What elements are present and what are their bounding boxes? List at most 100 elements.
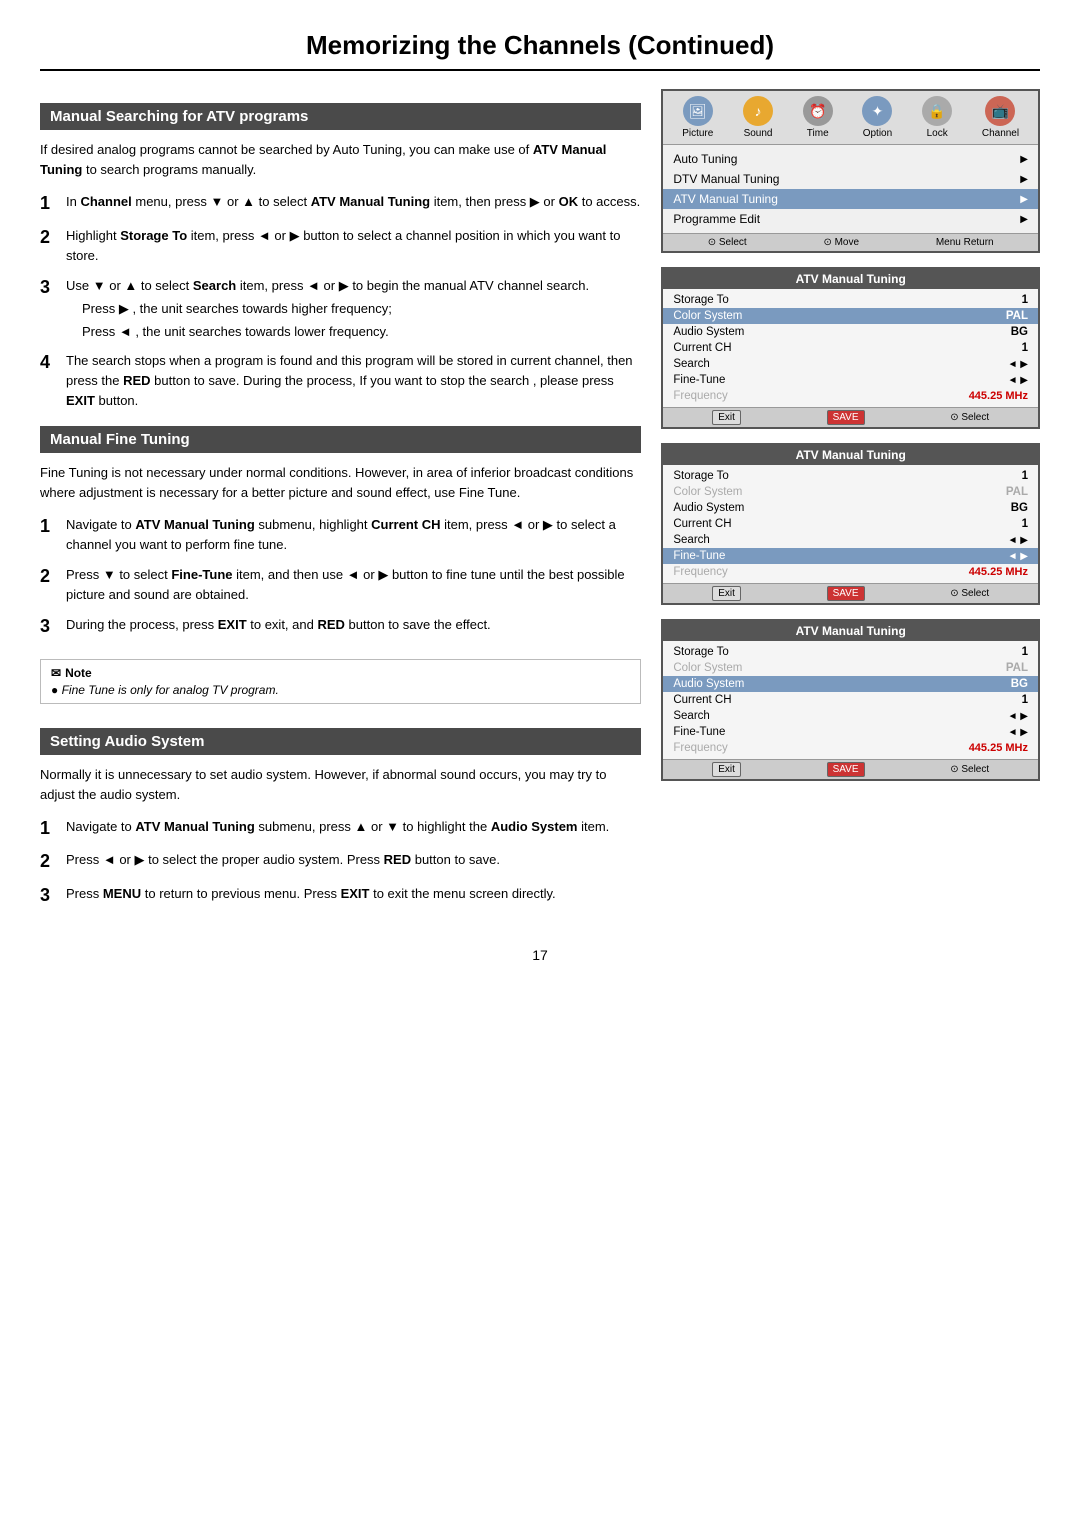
row-arrows: ◄ ▶ — [1008, 727, 1028, 738]
row-arrows: ◄ ▶ — [1008, 711, 1028, 722]
step-text: Press ◄ or ▶ to select the proper audio … — [66, 850, 500, 870]
exit-button[interactable]: Exit — [712, 410, 741, 425]
menu-bottom-bar: ⊙ Select ⊙ Move Menu Return — [663, 233, 1038, 251]
section1-intro: If desired analog programs cannot be sea… — [40, 140, 641, 180]
row-label: Frequency — [673, 566, 727, 578]
step-number: 2 — [40, 226, 58, 249]
channel-menu-box: 🖼 Picture ♪ Sound ⏰ Time ✦ Option 🔒 — [661, 89, 1040, 253]
row-value: 1 — [1022, 646, 1028, 658]
row-label: Storage To — [673, 294, 728, 306]
arrow-icon: ▶ — [1020, 174, 1028, 185]
select-label: ⊙ Select — [950, 764, 989, 775]
menu-label: ATV Manual Tuning — [673, 192, 778, 206]
row-freq-value: 445.25 MHz — [969, 742, 1028, 754]
atv-row-finetune: Fine-Tune ◄ ▶ — [663, 372, 1038, 388]
row-arrows: ◄ ▶ — [1008, 375, 1028, 386]
atv-row-freq: Frequency 445.25 MHz — [663, 388, 1038, 404]
row-value: PAL — [1006, 310, 1028, 322]
select-label: ⊙ Select — [950, 588, 989, 599]
atv-row-audio: Audio System BG — [663, 324, 1038, 340]
atv-box-1: ATV Manual Tuning Storage To 1 Color Sys… — [661, 267, 1040, 429]
save-button[interactable]: SAVE — [827, 586, 865, 601]
title-main: Memorizing the Channels — [306, 30, 621, 60]
step-3-1: 1 Navigate to ATV Manual Tuning submenu,… — [40, 817, 641, 840]
row-value: 1 — [1022, 694, 1028, 706]
page-number: 17 — [40, 947, 1040, 963]
title-continued: Continued — [637, 30, 766, 60]
atv-row-search: Search ◄ ▶ — [663, 356, 1038, 372]
step-1-3: 3 Use ▼ or ▲ to select Search item, pres… — [40, 276, 641, 341]
option-icon: ✦ — [862, 96, 892, 126]
step-number: 2 — [40, 565, 58, 588]
row-value: BG — [1011, 326, 1028, 338]
time-icon: ⏰ — [803, 96, 833, 126]
menu-row-auto-tuning: Auto Tuning ▶ — [663, 149, 1038, 169]
atv-row-color: Color System PAL — [663, 484, 1038, 500]
menu-label: Auto Tuning — [673, 152, 737, 166]
lock-icon: 🔒 — [922, 96, 952, 126]
atv-bottom-3: Exit SAVE ⊙ Select — [663, 759, 1038, 779]
step-text: The search stops when a program is found… — [66, 351, 641, 411]
row-label: Search — [673, 534, 709, 546]
row-label: Search — [673, 710, 709, 722]
icon-label-option: Option — [863, 128, 892, 139]
note-box: ✉ Note Fine Tune is only for analog TV p… — [40, 659, 641, 704]
row-value: 1 — [1022, 294, 1028, 306]
row-label: Search — [673, 358, 709, 370]
section-manual-searching: Manual Searching for ATV programs If des… — [40, 103, 641, 412]
step-text: Navigate to ATV Manual Tuning submenu, h… — [66, 515, 641, 555]
icon-option: ✦ Option — [862, 96, 892, 139]
icon-label-lock: Lock — [927, 128, 948, 139]
sub-bullet-2: Press ◄ , the unit searches towards lowe… — [82, 322, 589, 342]
step-text: Highlight Storage To item, press ◄ or ▶ … — [66, 226, 641, 266]
atv-row-audio: Audio System BG — [663, 676, 1038, 692]
icon-lock: 🔒 Lock — [922, 96, 952, 139]
step-number: 1 — [40, 192, 58, 215]
title-suffix: ( — [628, 30, 637, 60]
channel-icon: 📺 — [985, 96, 1015, 126]
menu-label: Programme Edit — [673, 212, 760, 226]
exit-button[interactable]: Exit — [712, 586, 741, 601]
arrow-icon: ▶ — [1020, 154, 1028, 165]
main-layout: Manual Searching for ATV programs If des… — [40, 89, 1040, 917]
row-arrows: ◄ ▶ — [1008, 359, 1028, 370]
menu-row-programme: Programme Edit ▶ — [663, 209, 1038, 229]
menu-label: DTV Manual Tuning — [673, 172, 779, 186]
row-label: Color System — [673, 662, 742, 674]
row-label: Audio System — [673, 678, 744, 690]
row-arrows: ◄ ▶ — [1008, 535, 1028, 546]
atv-row-audio: Audio System BG — [663, 500, 1038, 516]
save-button[interactable]: SAVE — [827, 762, 865, 777]
icon-picture: 🖼 Picture — [682, 96, 713, 139]
row-value: 1 — [1022, 518, 1028, 530]
atv-row-finetune: Fine-Tune ◄ ▶ — [663, 724, 1038, 740]
icon-time: ⏰ Time — [803, 96, 833, 139]
step-3-3: 3 Press MENU to return to previous menu.… — [40, 884, 641, 907]
note-content: Fine Tune is only for analog TV program. — [51, 683, 630, 697]
row-label: Frequency — [673, 390, 727, 402]
page-title: Memorizing the Channels (Continued) — [40, 30, 1040, 71]
step-text: In Channel menu, press ▼ or ▲ to select … — [66, 192, 640, 212]
icon-channel: 📺 Channel — [982, 96, 1019, 139]
exit-button[interactable]: Exit — [712, 762, 741, 777]
step-text: Navigate to ATV Manual Tuning submenu, p… — [66, 817, 609, 837]
atv-row-freq: Frequency 445.25 MHz — [663, 740, 1038, 756]
atv-row-search: Search ◄ ▶ — [663, 708, 1038, 724]
step-1-4: 4 The search stops when a program is fou… — [40, 351, 641, 411]
row-label: Storage To — [673, 470, 728, 482]
arrow-icon: ▶ — [1020, 194, 1028, 205]
step-number: 2 — [40, 850, 58, 873]
select-label: ⊙ Select — [950, 412, 989, 423]
row-label: Current CH — [673, 694, 731, 706]
icon-label-time: Time — [807, 128, 829, 139]
atv-row-current-ch: Current CH 1 — [663, 340, 1038, 356]
section2-intro: Fine Tuning is not necessary under norma… — [40, 463, 641, 503]
step-3-2: 2 Press ◄ or ▶ to select the proper audi… — [40, 850, 641, 873]
atv-row-finetune: Fine-Tune ◄ ▶ — [663, 548, 1038, 564]
note-title: ✉ Note — [51, 666, 630, 680]
save-button[interactable]: SAVE — [827, 410, 865, 425]
bottom-move: ⊙ Move — [823, 237, 859, 248]
atv-rows-3: Storage To 1 Color System PAL Audio Syst… — [663, 641, 1038, 759]
picture-icon: 🖼 — [683, 96, 713, 126]
step-text: During the process, press EXIT to exit, … — [66, 615, 491, 635]
